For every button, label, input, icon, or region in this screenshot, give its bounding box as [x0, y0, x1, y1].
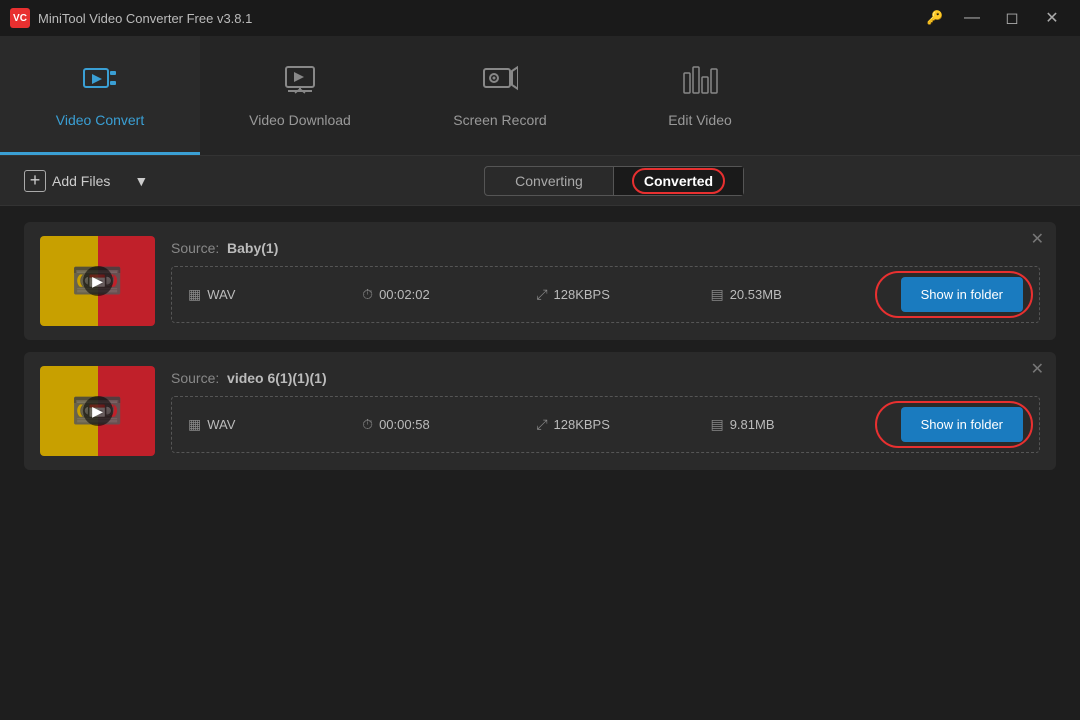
format-1-icon: ▦ — [188, 286, 201, 303]
titlebar: VC MiniTool Video Converter Free v3.8.1 … — [0, 0, 1080, 36]
bitrate-1-icon: ⤢ — [536, 286, 547, 303]
file-1-bitrate-value: 128KBPS — [554, 287, 610, 302]
file-2-info: Source: video 6(1)(1)(1) ▦ WAV ⏱ 00:00:5… — [171, 370, 1040, 453]
add-files-dropdown[interactable]: ▼ — [130, 169, 152, 193]
tab-converted-wrapper: Converted — [644, 173, 713, 189]
file-2-bitrate-value: 128KBPS — [554, 417, 610, 432]
tab-converted[interactable]: Converted — [614, 167, 743, 195]
file-1-size-value: 20.53MB — [730, 287, 782, 302]
nav-video-convert-label: Video Convert — [56, 112, 144, 128]
app-icon: VC — [10, 8, 30, 28]
file-2-format: ▦ WAV — [188, 416, 362, 433]
file-2-details: ▦ WAV ⏱ 00:00:58 ⤢ 128KBPS ▤ 9.81MB — [171, 396, 1040, 453]
add-files-button[interactable]: + Add Files — [16, 166, 118, 196]
nav-screen-record-label: Screen Record — [453, 112, 546, 128]
play-1-overlay[interactable]: ▶ — [83, 266, 113, 296]
close-card-2-button[interactable]: ✕ — [1031, 362, 1044, 378]
video-convert-icon — [82, 61, 118, 104]
play-2-overlay[interactable]: ▶ — [83, 396, 113, 426]
file-1-duration: ⏱ 00:02:02 — [362, 286, 536, 303]
nav-video-convert[interactable]: Video Convert — [0, 36, 200, 155]
file-1-size: ▤ 20.53MB — [710, 286, 884, 303]
app-title: MiniTool Video Converter Free v3.8.1 — [38, 11, 252, 26]
file-2-duration-value: 00:00:58 — [379, 417, 430, 432]
titlebar-left: VC MiniTool Video Converter Free v3.8.1 — [10, 8, 252, 28]
show-folder-2-button[interactable]: Show in folder — [901, 407, 1023, 442]
file-card-2: ✕ 📼 ▶ Source: video 6(1)(1)(1) ▦ WAV ⏱ — [24, 352, 1056, 470]
size-1-icon: ▤ — [710, 286, 723, 303]
format-2-icon: ▦ — [188, 416, 201, 433]
nav-screen-record[interactable]: Screen Record — [400, 36, 600, 155]
file-1-source: Source: Baby(1) — [171, 240, 1040, 256]
file-1-format: ▦ WAV — [188, 286, 362, 303]
bitrate-2-icon: ⤢ — [536, 416, 547, 433]
tab-converting[interactable]: Converting — [485, 167, 614, 195]
file-2-source-label: Source: — [171, 370, 219, 386]
minimize-button[interactable]: — — [954, 4, 990, 32]
file-card-1: ✕ 📼 ▶ Source: Baby(1) ▦ WAV ⏱ 00:02 — [24, 222, 1056, 340]
file-2-size: ▤ 9.81MB — [710, 416, 884, 433]
file-1-source-label: Source: — [171, 240, 219, 256]
nav-video-download-label: Video Download — [249, 112, 351, 128]
file-2-thumbnail: 📼 ▶ — [40, 366, 155, 456]
size-2-icon: ▤ — [710, 416, 723, 433]
key-button[interactable]: 🔑 — [920, 4, 950, 32]
add-icon: + — [24, 170, 46, 192]
file-2-format-value: WAV — [207, 417, 235, 432]
nav-edit-video-label: Edit Video — [668, 112, 732, 128]
file-1-bitrate: ⤢ 128KBPS — [536, 286, 710, 303]
show-folder-1-wrapper: Show in folder — [885, 277, 1023, 312]
duration-2-icon: ⏱ — [362, 416, 373, 433]
show-folder-2-label: Show in folder — [921, 417, 1003, 432]
file-2-bitrate: ⤢ 128KBPS — [536, 416, 710, 433]
tab-converting-label: Converting — [515, 173, 583, 189]
edit-video-icon — [682, 61, 718, 104]
titlebar-controls: 🔑 — ◻ ✕ — [920, 4, 1070, 32]
file-2-duration: ⏱ 00:00:58 — [362, 416, 536, 433]
video-download-icon — [282, 61, 318, 104]
file-1-source-name: Baby(1) — [227, 240, 278, 256]
toolbar: + Add Files ▼ Converting Converted — [0, 156, 1080, 206]
file-1-details: ▦ WAV ⏱ 00:02:02 ⤢ 128KBPS ▤ 20.53MB — [171, 266, 1040, 323]
tab-converted-label: Converted — [644, 173, 713, 189]
file-2-source: Source: video 6(1)(1)(1) — [171, 370, 1040, 386]
show-folder-1-label: Show in folder — [921, 287, 1003, 302]
nav-edit-video[interactable]: Edit Video — [600, 36, 800, 155]
show-folder-2-wrapper: Show in folder — [885, 407, 1023, 442]
navbar: Video Convert Video Download Screen Reco… — [0, 36, 1080, 156]
file-1-info: Source: Baby(1) ▦ WAV ⏱ 00:02:02 ⤢ 128KB… — [171, 240, 1040, 323]
file-2-source-name: video 6(1)(1)(1) — [227, 370, 327, 386]
nav-video-download[interactable]: Video Download — [200, 36, 400, 155]
file-1-format-value: WAV — [207, 287, 235, 302]
close-card-1-button[interactable]: ✕ — [1031, 232, 1044, 248]
file-2-size-value: 9.81MB — [730, 417, 775, 432]
close-button[interactable]: ✕ — [1034, 4, 1070, 32]
add-files-label: Add Files — [52, 173, 110, 189]
restore-button[interactable]: ◻ — [994, 4, 1030, 32]
file-1-duration-value: 00:02:02 — [379, 287, 430, 302]
screen-record-icon — [482, 61, 518, 104]
show-folder-1-button[interactable]: Show in folder — [901, 277, 1023, 312]
content-area: ✕ 📼 ▶ Source: Baby(1) ▦ WAV ⏱ 00:02 — [0, 206, 1080, 486]
duration-1-icon: ⏱ — [362, 286, 373, 303]
file-1-thumbnail: 📼 ▶ — [40, 236, 155, 326]
